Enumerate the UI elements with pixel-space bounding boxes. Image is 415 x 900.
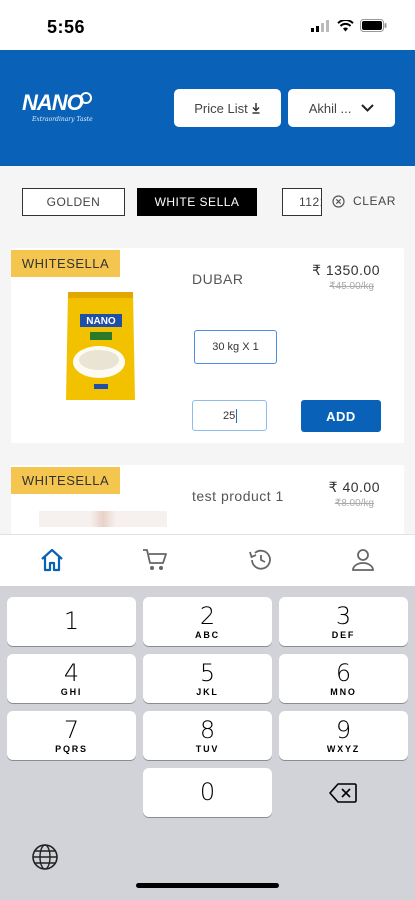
tab-profile[interactable] [348, 545, 378, 575]
globe-icon [32, 844, 58, 870]
user-select[interactable]: Akhil ... [288, 89, 395, 127]
quantity-input[interactable]: 25 [192, 400, 267, 431]
home-icon [41, 548, 63, 572]
app-header: NANO Extraordinary Taste Price List Akhi… [0, 50, 415, 166]
key-6[interactable]: 6 MNO [279, 654, 408, 703]
status-time: 5:56 [47, 17, 86, 37]
text-cursor [236, 408, 238, 423]
clear-filters-button[interactable]: CLEAR [332, 194, 396, 208]
logo-tagline: Extraordinary Taste [32, 116, 93, 123]
product-price: ₹ 40.00 [328, 479, 380, 495]
key-1[interactable]: 1 [7, 597, 136, 646]
status-bar: 5:56 [0, 0, 415, 50]
rice-bag-image: NANO [66, 292, 135, 400]
key-letters: PQRS [55, 743, 88, 754]
user-select-label: Akhil ... [308, 100, 352, 116]
backspace-icon [328, 782, 357, 803]
tab-home[interactable] [37, 545, 67, 575]
category-filter-bar: GOLDEN WHITE SELLA 1121 CLEAR [0, 166, 415, 236]
tab-history[interactable] [245, 545, 275, 575]
quantity-value: 25 [223, 409, 236, 422]
key-digit: 3 [335, 601, 352, 630]
category-badge: WHITESELLA [11, 467, 120, 494]
product-name: DUBAR [192, 271, 244, 287]
key-4[interactable]: 4 GHI [7, 654, 136, 703]
product-price-per-kg: ₹45.00/kg [329, 281, 374, 292]
numeric-keyboard: 1 2 ABC 3 DEF 4 GHI 5 JKL 6 MNO 7 PQRS 8… [0, 586, 415, 900]
key-letters: WXYZ [326, 743, 361, 754]
key-letters: GHI [60, 686, 83, 697]
category-badge: WHITESELLA [11, 250, 120, 277]
price-list-label: Price List [194, 100, 248, 116]
product-card: WHITESELLA NANO DUBAR ₹ 1350.00 ₹45.00/k… [11, 248, 404, 443]
globe-key[interactable] [31, 843, 59, 876]
logo-text: NANO [22, 90, 84, 115]
product-image [39, 511, 167, 527]
tab-cart[interactable] [140, 545, 170, 575]
price-list-button[interactable]: Price List [174, 89, 281, 127]
status-icons [311, 19, 387, 32]
key-8[interactable]: 8 TUV [143, 711, 272, 760]
variant-select[interactable]: 30 kg X 1 [194, 330, 277, 364]
key-3[interactable]: 3 DEF [279, 597, 408, 646]
key-digit: 1 [63, 606, 80, 635]
logo-grain-icon [80, 92, 92, 104]
key-7[interactable]: 7 PQRS [7, 711, 136, 760]
product-card: WHITESELLA test product 1 ₹ 40.00 ₹8.00/… [11, 465, 404, 534]
battery-icon [360, 19, 387, 32]
filter-chip-golden[interactable]: GOLDEN [22, 188, 125, 216]
wifi-icon [337, 19, 354, 31]
chevron-down-icon [361, 104, 375, 112]
delete-key[interactable] [278, 768, 407, 817]
key-letters: ABC [195, 629, 220, 640]
key-digit: 7 [63, 715, 80, 744]
signal-icon [311, 19, 329, 32]
product-name: test product 1 [192, 488, 284, 504]
key-digit: 4 [63, 658, 80, 687]
key-9[interactable]: 9 WXYZ [279, 711, 408, 760]
close-circle-icon [332, 194, 345, 208]
bottom-tab-bar [0, 534, 415, 586]
key-digit: 5 [199, 658, 216, 687]
key-0[interactable]: 0 [143, 768, 272, 817]
key-5[interactable]: 5 JKL [143, 654, 272, 703]
svg-text:NANO: NANO [86, 316, 116, 327]
filter-chip-1121[interactable]: 1121 [282, 188, 322, 216]
key-digit: 9 [335, 715, 352, 744]
key-letters: JKL [196, 686, 219, 697]
filter-chip-white-sella[interactable]: WHITE SELLA [137, 188, 257, 216]
key-2[interactable]: 2 ABC [143, 597, 272, 646]
key-letters: MNO [330, 686, 357, 697]
download-icon [252, 103, 260, 114]
key-letters: TUV [195, 743, 220, 754]
key-digit: 8 [199, 715, 216, 744]
key-letters: DEF [331, 629, 356, 640]
profile-icon [352, 549, 374, 571]
key-digit: 2 [199, 601, 216, 630]
nano-logo[interactable]: NANO Extraordinary Taste [22, 90, 102, 126]
key-digit: 0 [199, 777, 216, 806]
product-price: ₹ 1350.00 [312, 262, 380, 278]
product-list[interactable]: WHITESELLA NANO DUBAR ₹ 1350.00 ₹45.00/k… [0, 236, 415, 534]
clear-label: CLEAR [353, 194, 397, 208]
add-to-cart-button[interactable]: ADD [301, 400, 381, 432]
history-icon [249, 549, 271, 570]
home-indicator[interactable] [136, 883, 279, 888]
key-digit: 6 [335, 658, 352, 687]
product-price-per-kg: ₹8.00/kg [334, 498, 374, 509]
cart-icon [143, 549, 167, 570]
